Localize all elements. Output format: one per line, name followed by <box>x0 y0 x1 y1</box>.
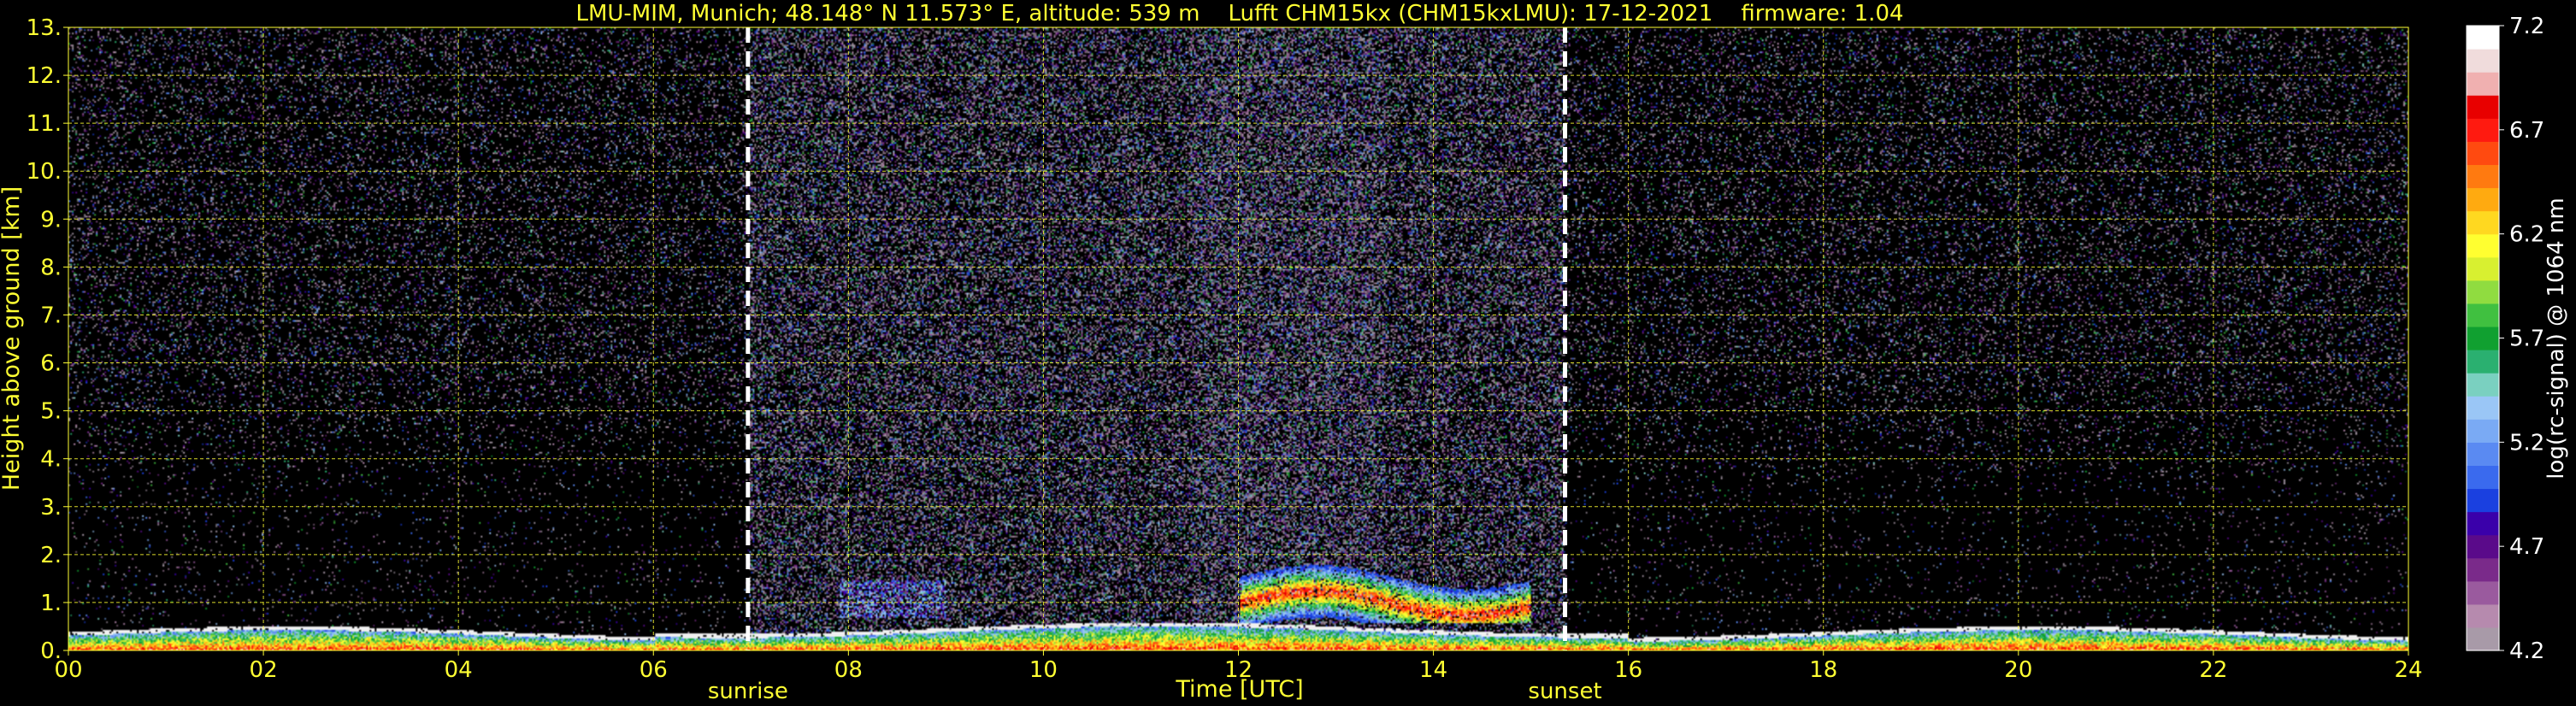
colorbar-segment <box>2467 557 2499 582</box>
colorbar-segment <box>2467 534 2499 559</box>
x-tick-label: 06 <box>640 657 668 683</box>
y-tick-label: 7. <box>40 303 62 328</box>
x-tick-label: 02 <box>250 657 278 683</box>
chart-title: LMU-MIM, Munich; 48.148° N 11.573° E, al… <box>575 1 1903 26</box>
y-tick-label: 3. <box>40 495 62 521</box>
sunset-label: sunset <box>1528 679 1601 704</box>
x-tick-label: 10 <box>1029 657 1058 683</box>
sunrise-label: sunrise <box>708 679 788 704</box>
x-tick-label: 04 <box>445 657 473 683</box>
colorbar-segment <box>2467 141 2499 166</box>
y-tick-label: 5. <box>40 399 62 425</box>
colorbar-segment <box>2467 256 2499 281</box>
colorbar-segment <box>2467 303 2499 327</box>
colorbar-tick-label: 4.7 <box>2509 534 2544 560</box>
y-tick-label: 9. <box>40 207 62 232</box>
colorbar-segment <box>2467 488 2499 513</box>
colorbar-segment <box>2467 118 2499 142</box>
y-tick-label: 11. <box>27 111 62 137</box>
colorbar-segments <box>2467 26 2499 651</box>
colorbar-segment <box>2467 627 2499 651</box>
colorbar-segment <box>2467 210 2499 235</box>
y-tick-label: 4. <box>40 447 62 473</box>
colorbar-segment <box>2467 511 2499 536</box>
x-axis-label: Time [UTC] <box>1175 676 1303 703</box>
x-tick-label: 16 <box>1614 657 1642 683</box>
colorbar-segment <box>2467 95 2499 119</box>
colorbar-segment <box>2467 326 2499 350</box>
colorbar-segment <box>2467 419 2499 443</box>
x-tick-label: 20 <box>2004 657 2032 683</box>
colorbar-segment <box>2467 279 2499 304</box>
y-tick-label: 13. <box>27 15 62 41</box>
colorbar-tick-label: 4.2 <box>2509 638 2544 664</box>
colorbar-label: log(rc-signal) @ 1064 nm <box>2544 197 2569 479</box>
chart-figure: LMU-MIM, Munich; 48.148° N 11.573° E, al… <box>0 0 2576 706</box>
colorbar-tick-label: 5.7 <box>2509 327 2544 352</box>
x-tick-label: 18 <box>1809 657 1837 683</box>
x-tick-label: 14 <box>1419 657 1447 683</box>
colorbar-segment <box>2467 49 2499 73</box>
colorbar-segment <box>2467 164 2499 189</box>
colorbar-segment <box>2467 603 2499 628</box>
colorbar-segment <box>2467 373 2499 397</box>
y-tick-label: 10. <box>27 159 62 185</box>
y-tick-label: 6. <box>40 351 62 377</box>
y-tick-label: 1. <box>40 591 62 616</box>
colorbar-segment <box>2467 26 2499 50</box>
y-tick-label: 8. <box>40 255 62 280</box>
colorbar-tick-label: 5.2 <box>2509 430 2544 456</box>
colorbar-segment <box>2467 465 2499 490</box>
colorbar-segment <box>2467 233 2499 258</box>
plot-area <box>68 26 2409 651</box>
colorbar-segment <box>2467 442 2499 467</box>
x-tick-label: 24 <box>2394 657 2422 683</box>
colorbar-segment <box>2467 350 2499 374</box>
colorbar-tick-label: 7.2 <box>2509 14 2544 39</box>
colorbar-segment <box>2467 396 2499 420</box>
colorbar-segment <box>2467 72 2499 96</box>
y-tick-label: 2. <box>40 543 62 568</box>
y-axis-label: Height above ground [km] <box>0 186 25 491</box>
x-tick-label: 08 <box>834 657 863 683</box>
colorbar-tick-label: 6.2 <box>2509 222 2544 248</box>
x-tick-label: 22 <box>2199 657 2227 683</box>
y-tick-label: 0. <box>40 638 62 664</box>
y-tick-label: 12. <box>27 63 62 89</box>
colorbar-segment <box>2467 580 2499 605</box>
colorbar-segment <box>2467 187 2499 212</box>
colorbar-tick-label: 6.7 <box>2509 118 2544 144</box>
